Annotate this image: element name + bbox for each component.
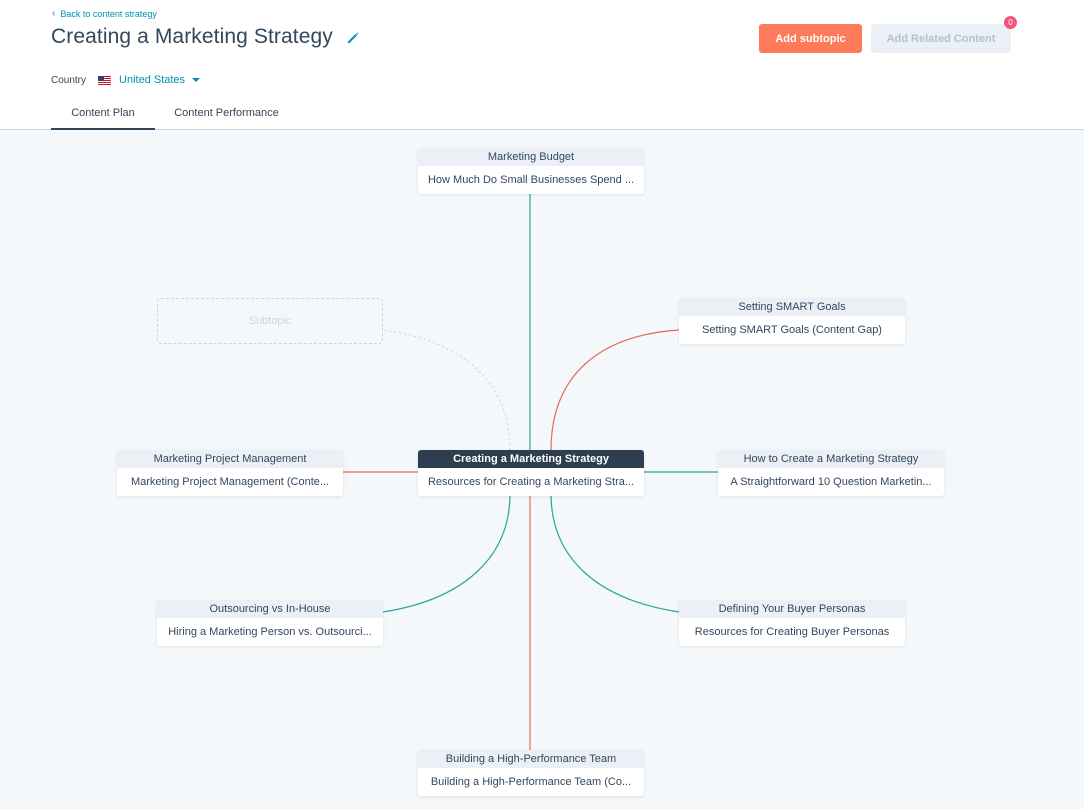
topic-label: Setting SMART Goals	[679, 298, 905, 316]
add-related-content-button[interactable]: Add Related Content	[871, 24, 1011, 53]
topic-node-outsourcing[interactable]: Outsourcing vs In-House Hiring a Marketi…	[157, 600, 383, 646]
back-link-label: Back to content strategy	[60, 9, 157, 19]
pillar-content-label: Resources for Creating a Marketing Stra.…	[427, 476, 635, 488]
topic-map-canvas[interactable]: Subtopic Marketing Budget How Much Do Sm…	[0, 130, 1084, 809]
topic-label: Marketing Project Management	[117, 450, 343, 468]
topic-node-high-performance-team[interactable]: Building a High-Performance Team Buildin…	[418, 750, 644, 796]
content-label: Setting SMART Goals (Content Gap)	[702, 324, 882, 336]
link-smart	[550, 329, 680, 451]
content-label: Resources for Creating Buyer Personas	[694, 626, 890, 638]
link-personas	[550, 493, 680, 613]
page-header: ‹ Back to content strategy Creating a Ma…	[0, 0, 1084, 131]
content-label: Hiring a Marketing Person vs. Outsourci.…	[168, 626, 372, 638]
topic-label: Marketing Budget	[418, 148, 644, 166]
topic-node-project-management[interactable]: Marketing Project Management Marketing P…	[117, 450, 343, 496]
topic-node-how-to-create[interactable]: How to Create a Marketing Strategy A Str…	[718, 450, 944, 496]
pillar-topic-node[interactable]: Creating a Marketing Strategy Resources …	[418, 450, 644, 496]
topic-label: Outsourcing vs In-House	[157, 600, 383, 618]
add-subtopic-placeholder[interactable]: Subtopic	[157, 298, 383, 344]
us-flag-icon	[98, 75, 112, 85]
topic-label: How to Create a Marketing Strategy	[718, 450, 944, 468]
content-label: Marketing Project Management (Conte...	[130, 476, 330, 488]
country-select[interactable]: United States	[119, 74, 201, 86]
tab-bar: Content Plan Content Performance	[51, 95, 298, 131]
country-label: Country	[51, 74, 87, 86]
topic-node-buyer-personas[interactable]: Defining Your Buyer Personas Resources f…	[679, 600, 905, 646]
content-label: Building a High-Performance Team (Co...	[430, 776, 632, 788]
country-value: United States	[119, 74, 186, 86]
chevron-left-icon: ‹	[52, 8, 56, 19]
topic-node-smart-goals[interactable]: Setting SMART Goals Setting SMART Goals …	[679, 298, 905, 344]
topic-node-marketing-budget[interactable]: Marketing Budget How Much Do Small Busin…	[418, 148, 644, 194]
page-title: Creating a Marketing Strategy	[51, 25, 333, 48]
country-row: Country United States	[51, 74, 201, 86]
back-link[interactable]: ‹ Back to content strategy	[52, 8, 157, 20]
pencil-icon[interactable]	[346, 31, 360, 45]
related-count-badge: 0	[1004, 16, 1017, 29]
content-label: How Much Do Small Businesses Spend ...	[427, 174, 635, 186]
link-outsourcing	[382, 493, 511, 613]
add-subtopic-button[interactable]: Add subtopic	[759, 24, 862, 53]
tab-content-performance[interactable]: Content Performance	[155, 95, 298, 130]
pillar-topic-label: Creating a Marketing Strategy	[418, 450, 644, 468]
topic-label: Defining Your Buyer Personas	[679, 600, 905, 618]
content-label: A Straightforward 10 Question Marketin..…	[730, 476, 932, 488]
link-ghost	[382, 329, 511, 451]
topic-label: Building a High-Performance Team	[418, 750, 644, 768]
tab-content-plan[interactable]: Content Plan	[51, 95, 155, 131]
caret-down-icon	[192, 78, 201, 82]
